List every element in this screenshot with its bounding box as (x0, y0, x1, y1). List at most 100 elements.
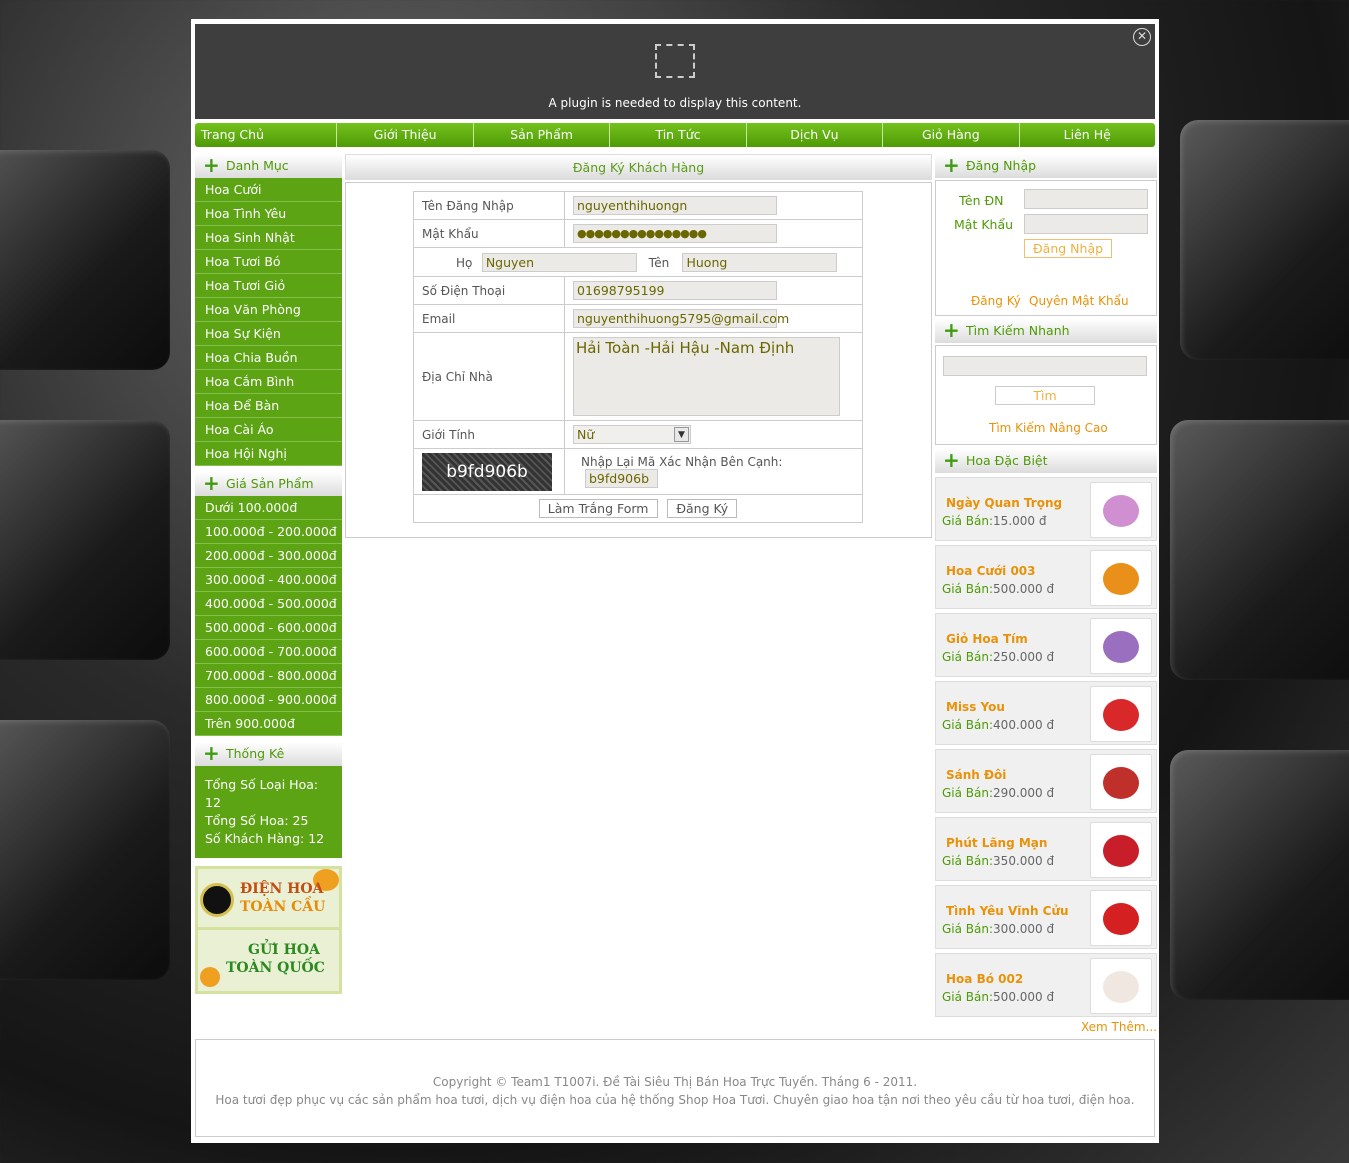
special-product[interactable]: Giỏ Hoa Tím Giá Bán:250.000 đ (935, 613, 1157, 677)
special-product[interactable]: Sánh Đôi Giá Bán:290.000 đ (935, 749, 1157, 813)
category-item[interactable]: Hoa Cắm Bình (195, 370, 342, 394)
special-product[interactable]: Hoa Cưới 003 Giá Bán:500.000 đ (935, 545, 1157, 609)
product-name[interactable]: Hoa Bó 002 (946, 972, 1023, 986)
category-item[interactable]: Hoa Tươi Bó (195, 250, 342, 274)
ten-input[interactable]: Huong (682, 252, 838, 272)
price-item[interactable]: Dưới 100.000đ (195, 496, 342, 520)
category-item[interactable]: Hoa Để Bàn (195, 394, 342, 418)
register-link[interactable]: Đăng Ký (971, 294, 1021, 308)
advanced-search-link[interactable]: Tìm Kiếm Nâng Cao (989, 421, 1108, 435)
category-item[interactable]: Hoa Cài Áo (195, 418, 342, 442)
special-product[interactable]: Tình Yêu Vĩnh Cửu Giá Bán:300.000 đ (935, 885, 1157, 949)
left-sidebar: + Danh Mục Hoa Cưới Hoa Tình Yêu Hoa Sinh… (195, 154, 342, 994)
login-button[interactable]: Đăng Nhập (1024, 239, 1113, 258)
see-more-link[interactable]: Xem Thêm... (935, 1020, 1157, 1034)
nav-home[interactable]: Trang Chủ (195, 123, 338, 147)
special-product[interactable]: Phút Lãng Mạn Giá Bán:350.000 đ (935, 817, 1157, 881)
category-item[interactable]: Hoa Sự Kiện (195, 322, 342, 346)
product-image[interactable] (1090, 618, 1152, 674)
price-value: 500.000 đ (993, 582, 1055, 596)
category-item[interactable]: Hoa Cưới (195, 178, 342, 202)
plugin-placeholder[interactable]: A plugin is needed to display this conte… (195, 24, 1155, 119)
price-item[interactable]: 400.000đ - 500.000đ (195, 592, 342, 616)
banner-global-flowers[interactable]: ĐIỆN HOA TOÀN CẦU (195, 866, 342, 930)
search-button[interactable]: Tìm (995, 386, 1095, 405)
price-item[interactable]: 800.000đ - 900.000đ (195, 688, 342, 712)
price-item[interactable]: 700.000đ - 800.000đ (195, 664, 342, 688)
product-name[interactable]: Phút Lãng Mạn (946, 836, 1047, 850)
price-item[interactable]: 600.000đ - 700.000đ (195, 640, 342, 664)
product-name[interactable]: Giỏ Hoa Tím (946, 632, 1028, 646)
nav-cart[interactable]: Giỏ Hàng (883, 123, 1020, 147)
login-pass-label: Mật Khẩu (954, 217, 1014, 232)
category-item[interactable]: Hoa Sinh Nhật (195, 226, 342, 250)
footer-copyright: Copyright © Team1 T1007i. Đề Tài Siêu Th… (432, 1075, 918, 1089)
banner-national-flowers[interactable]: GỬI HOA TOÀN QUỐC (195, 930, 342, 994)
stats-header: + Thống Kê (195, 742, 342, 766)
reset-button[interactable]: Làm Trắng Form (538, 499, 658, 518)
price-title: Giá Sản Phẩm (226, 476, 314, 491)
search-input[interactable] (943, 356, 1147, 376)
product-name[interactable]: Miss You (946, 700, 1005, 714)
price-value: 290.000 đ (993, 786, 1055, 800)
product-image[interactable] (1090, 482, 1152, 538)
price-item[interactable]: 500.000đ - 600.000đ (195, 616, 342, 640)
nav-news[interactable]: Tin Tức (610, 123, 747, 147)
login-pass-input[interactable] (1024, 214, 1148, 234)
special-product[interactable]: Hoa Bó 002 Giá Bán:500.000 đ (935, 953, 1157, 1017)
nav-products[interactable]: Sản Phẩm (474, 123, 611, 147)
category-item[interactable]: Hoa Hội Nghị (195, 442, 342, 466)
nav-contact[interactable]: Liên Hệ (1020, 123, 1155, 147)
ho-input[interactable]: Nguyen (481, 252, 637, 272)
product-image[interactable] (1090, 550, 1152, 606)
price-item[interactable]: 300.000đ - 400.000đ (195, 568, 342, 592)
login-user-label: Tên ĐN (959, 193, 1004, 208)
price-item[interactable]: 200.000đ - 300.000đ (195, 544, 342, 568)
product-name[interactable]: Hoa Cưới 003 (946, 564, 1036, 578)
price-prefix: Giá Bán: (942, 990, 994, 1004)
phone-label: Số Điện Thoại (413, 276, 565, 305)
special-product[interactable]: Ngày Quan Trọng Giá Bán:15.000 đ (935, 477, 1157, 541)
register-form-panel: Tên Đăng Nhập nguyenthihuongn Mật Khẩu ●… (345, 182, 932, 538)
password-input[interactable]: ●●●●●●●●●●●●●●● (573, 224, 777, 243)
ten-label: Tên (648, 255, 670, 270)
login-header: + Đăng Nhập (935, 154, 1157, 178)
product-image[interactable] (1090, 822, 1152, 878)
nav-about[interactable]: Giới Thiệu (337, 123, 474, 147)
product-name[interactable]: Sánh Đôi (946, 768, 1006, 782)
flower-shape (1103, 631, 1139, 663)
product-image[interactable] (1090, 890, 1152, 946)
captcha-text: b9fd906b (446, 461, 528, 482)
phone-input[interactable]: 01698795199 (573, 281, 777, 300)
product-image[interactable] (1090, 686, 1152, 742)
special-product[interactable]: Miss You Giá Bán:400.000 đ (935, 681, 1157, 745)
username-label: Tên Đăng Nhập (413, 191, 565, 220)
category-item[interactable]: Hoa Chia Buồn (195, 346, 342, 370)
gender-select[interactable]: Nữ ▼ (573, 425, 691, 444)
gender-value: Nữ (577, 427, 595, 442)
address-textarea[interactable]: Hải Toàn -Hải Hậu -Nam Định (573, 337, 840, 416)
category-item[interactable]: Hoa Tình Yêu (195, 202, 342, 226)
flower-shape (1103, 767, 1139, 799)
product-name[interactable]: Ngày Quan Trọng (946, 496, 1062, 510)
username-input[interactable]: nguyenthihuongn (573, 196, 777, 215)
price-item[interactable]: Trên 900.000đ (195, 712, 342, 736)
category-title: Danh Mục (226, 158, 289, 173)
price-item[interactable]: 100.000đ - 200.000đ (195, 520, 342, 544)
login-user-input[interactable] (1024, 189, 1148, 209)
product-name[interactable]: Tình Yêu Vĩnh Cửu (946, 904, 1069, 918)
captcha-image: b9fd906b (422, 452, 552, 491)
forgot-password-link[interactable]: Quyên Mật Khẩu (1029, 294, 1129, 308)
background-tile (0, 150, 170, 370)
price-prefix: Giá Bán: (942, 582, 994, 596)
close-icon[interactable]: ✕ (1133, 28, 1151, 46)
email-input[interactable]: nguyenthihuong5795@gmail.com (573, 309, 789, 328)
category-item[interactable]: Hoa Tươi Giỏ (195, 274, 342, 298)
category-item[interactable]: Hoa Văn Phòng (195, 298, 342, 322)
product-price: Giá Bán:500.000 đ (942, 582, 1054, 596)
product-image[interactable] (1090, 754, 1152, 810)
captcha-input[interactable]: b9fd906b (585, 469, 658, 488)
register-button[interactable]: Đăng Ký (667, 499, 738, 518)
product-image[interactable] (1090, 958, 1152, 1014)
nav-services[interactable]: Dịch Vụ (747, 123, 884, 147)
